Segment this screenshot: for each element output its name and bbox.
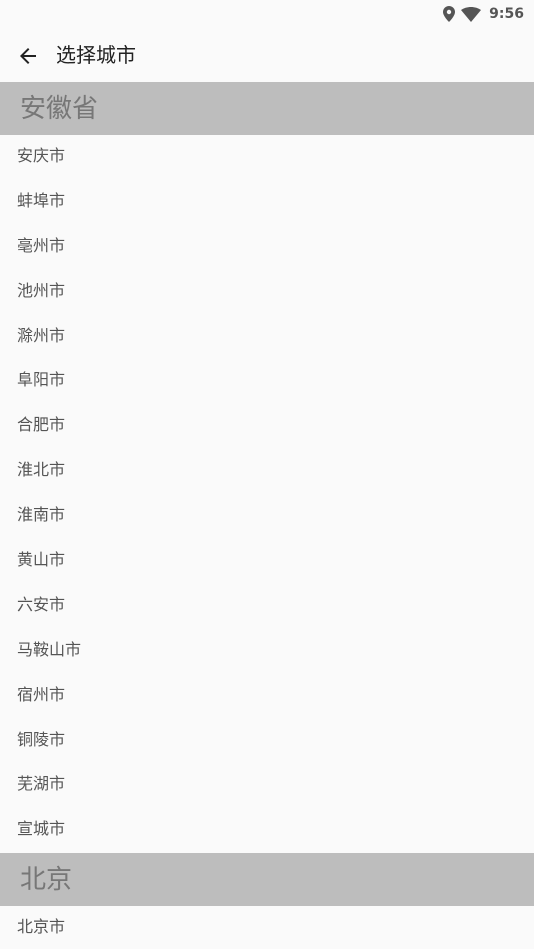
city-item[interactable]: 黄山市 xyxy=(0,539,534,584)
status-icons: 9:56 xyxy=(443,4,524,24)
city-item[interactable]: 铜陵市 xyxy=(0,718,534,764)
section-anhui: 安徽省 安庆市 蚌埠市 亳州市 池州市 滁州市 阜阳市 合肥市 淮北市 淮南市 … xyxy=(0,82,534,854)
city-item[interactable]: 池州市 xyxy=(0,269,534,315)
screen: 9:56 选择城市 安徽省 安庆市 蚌埠市 亳州市 池州市 滁州市 阜阳市 合肥… xyxy=(0,0,534,949)
status-time: 9:56 xyxy=(489,6,524,22)
location-icon xyxy=(443,6,456,22)
section-beijing: 北京 北京市 xyxy=(0,853,534,949)
city-item[interactable]: 宿州市 xyxy=(0,673,534,719)
city-item[interactable]: 六安市 xyxy=(0,583,534,629)
app-bar: 选择城市 xyxy=(0,28,534,82)
city-item[interactable]: 宣城市 xyxy=(0,808,534,854)
city-item[interactable]: 阜阳市 xyxy=(0,359,534,405)
city-item[interactable]: 淮北市 xyxy=(0,449,534,495)
city-item[interactable]: 北京市 xyxy=(0,906,534,949)
wifi-icon xyxy=(461,6,482,22)
city-item[interactable]: 合肥市 xyxy=(0,404,534,450)
city-list[interactable]: 安徽省 安庆市 蚌埠市 亳州市 池州市 滁州市 阜阳市 合肥市 淮北市 淮南市 … xyxy=(0,82,534,949)
status-bar: 9:56 xyxy=(0,0,534,28)
page-title: 选择城市 xyxy=(56,45,136,67)
section-header: 安徽省 xyxy=(0,82,534,135)
city-item[interactable]: 亳州市 xyxy=(0,224,534,270)
city-item[interactable]: 淮南市 xyxy=(0,494,534,540)
city-item[interactable]: 马鞍山市 xyxy=(0,628,534,674)
city-item[interactable]: 芜湖市 xyxy=(0,763,534,809)
city-item[interactable]: 蚌埠市 xyxy=(0,179,534,225)
section-header: 北京 xyxy=(0,853,534,907)
city-item[interactable]: 安庆市 xyxy=(0,135,534,180)
arrow-back-icon[interactable] xyxy=(16,44,40,68)
city-item[interactable]: 滁州市 xyxy=(0,314,534,360)
